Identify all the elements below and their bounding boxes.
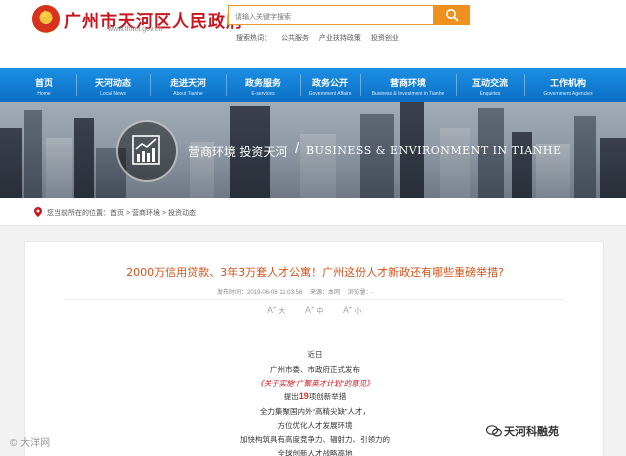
article-paragraph: 近日 [307, 350, 323, 359]
nav-label: 政务公开 [311, 78, 348, 88]
font-size-small-button[interactable]: A+ 小 [343, 305, 361, 316]
font-size-label: 大 [278, 308, 286, 315]
nav-item-business[interactable]: 营商环境 Business & Investment in Tianhe [362, 68, 454, 102]
location-pin-icon [34, 207, 42, 217]
nav-sublabel: Business & Investment in Tianhe [371, 91, 445, 97]
banner-title-en: BUSINESS & ENVIRONMENT IN TIANHE [306, 144, 562, 157]
search-button[interactable] [434, 5, 470, 25]
hot-word-link[interactable]: 公共服务 [281, 35, 309, 42]
nav-label: 政务服务 [244, 78, 281, 88]
nav-sublabel: Government Affairs [308, 91, 352, 97]
search-input[interactable] [229, 8, 433, 27]
view-count: 浏览量：- [347, 290, 374, 296]
article-meta: 发布时间：2019-06-06 11:03:56 来源：本网 浏览量：- [217, 287, 380, 296]
nav-label: 互动交流 [471, 78, 508, 88]
banner-separator: / [295, 140, 300, 157]
font-size-plus: + [349, 305, 353, 312]
nav-divider [360, 74, 361, 96]
nav-label: 首页 [34, 78, 53, 88]
font-size-medium-button[interactable]: A+ 中 [305, 305, 323, 316]
nav-item-home[interactable]: 首页 Home [14, 68, 74, 102]
nav-sublabel: About Tianhe [173, 91, 203, 97]
divider [65, 299, 565, 300]
nav-sublabel: Enquiries [479, 91, 501, 97]
nav-label: 工作机构 [549, 78, 586, 88]
nav-item-e-services[interactable]: 政务服务 E-services [228, 68, 298, 102]
publish-time: 发布时间：2019-06-06 11:03:56 [217, 290, 303, 296]
font-size-plus: + [273, 305, 277, 312]
nav-label: 营商环境 [389, 78, 426, 88]
nav-divider [524, 74, 525, 96]
hot-words: 搜索热词： 公共服务 产业扶持政策 投资创业 [236, 33, 407, 43]
hot-word-link[interactable]: 投资创业 [371, 35, 399, 42]
nav-divider [456, 74, 457, 96]
paragraph-text: 提出 [283, 392, 299, 401]
section-banner: 营商环境 投资天河 / BUSINESS & ENVIRONMENT IN TI… [0, 102, 626, 198]
search-icon [446, 9, 459, 22]
nav-sublabel: Local News [100, 91, 126, 97]
hot-word-link[interactable]: 产业扶持政策 [319, 35, 361, 42]
nav-item-enquiries[interactable]: 互动交流 Enquiries [458, 68, 522, 102]
article-paragraph: 广州市委、市政府正式发布 [270, 365, 360, 374]
font-size-label: 中 [316, 308, 324, 315]
national-emblem-icon: ★ [32, 5, 60, 33]
hot-words-label: 搜索热词： [236, 35, 271, 42]
nav-label: 天河动态 [94, 78, 131, 88]
nav-item-gov-affairs[interactable]: 政务公开 Government Affairs [302, 68, 358, 102]
wechat-icon [486, 425, 502, 437]
article-source: 来源：本网 [309, 290, 340, 296]
main-nav: 首页 Home 天河动态 Local News 走进天河 About Tianh… [0, 68, 626, 102]
site-url: www.thnet.gov.cn [108, 26, 163, 33]
site-header: ★ 广州市天河区人民政府 www.thnet.gov.cn 搜索热词： 公共服务… [0, 0, 626, 68]
nav-item-local-news[interactable]: 天河动态 Local News [78, 68, 148, 102]
nav-item-agencies[interactable]: 工作机构 Government Agencies [530, 68, 606, 102]
growth-chart-icon [116, 120, 178, 182]
nav-item-about[interactable]: 走进天河 About Tianhe [152, 68, 224, 102]
font-size-label: 小 [354, 308, 362, 315]
font-size-large-button[interactable]: A+ 大 [267, 305, 285, 316]
article-paragraph: 全球创新人才战略高地 [277, 449, 353, 456]
search-box[interactable] [228, 5, 434, 27]
article-title: 2000万信用贷款、3年3万套人才公寓！广州这份人才新政还有哪些重磅举措? [126, 266, 504, 279]
article-paragraph: 《关于实施“广聚英才计划”的意见》 [256, 379, 374, 388]
page: ★ 广州市天河区人民政府 www.thnet.gov.cn 搜索热词： 公共服务… [0, 0, 626, 456]
nav-sublabel: Government Agencies [543, 91, 593, 97]
article-paragraph: 提出19项创新举措 [25, 391, 605, 402]
font-size-plus: + [311, 305, 315, 312]
watermark-right: 天河科融苑 [504, 426, 559, 438]
nav-divider [300, 74, 301, 96]
nav-label: 走进天河 [169, 78, 206, 88]
nav-sublabel: Home [37, 91, 51, 97]
nav-divider [226, 74, 227, 96]
paragraph-text: 项创新举措 [308, 392, 347, 401]
watermark-left: © 大洋网 [10, 438, 51, 449]
nav-sublabel: E-services [251, 91, 275, 97]
banner-title: 营商环境 投资天河 [188, 145, 288, 159]
breadcrumb-text[interactable]: 您当前所在的位置：首页 > 营商环境 > 投资动态 [47, 208, 196, 218]
highlight-number: 19 [298, 391, 309, 401]
nav-divider [76, 74, 77, 96]
article-paragraph: 全力集聚国内外“高精尖缺”人才， [260, 407, 370, 416]
nav-divider [150, 74, 151, 96]
breadcrumb: 您当前所在的位置：首页 > 营商环境 > 投资动态 [0, 198, 626, 226]
